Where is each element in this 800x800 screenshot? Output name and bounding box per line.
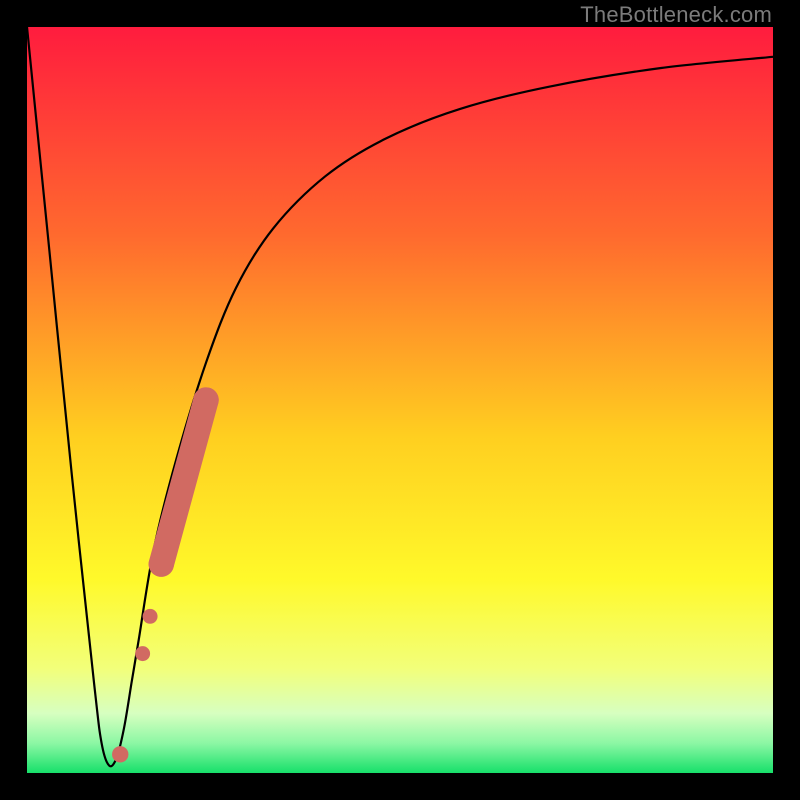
marker-dot <box>149 551 174 576</box>
watermark-text: TheBottleneck.com <box>580 2 772 28</box>
chart-svg <box>27 27 773 773</box>
gradient-background <box>27 27 773 773</box>
marker-dot <box>135 646 150 661</box>
plot-area <box>27 27 773 773</box>
marker-dot <box>112 746 128 762</box>
chart-frame: TheBottleneck.com <box>0 0 800 800</box>
marker-dot <box>193 387 218 412</box>
marker-dot <box>143 609 158 624</box>
